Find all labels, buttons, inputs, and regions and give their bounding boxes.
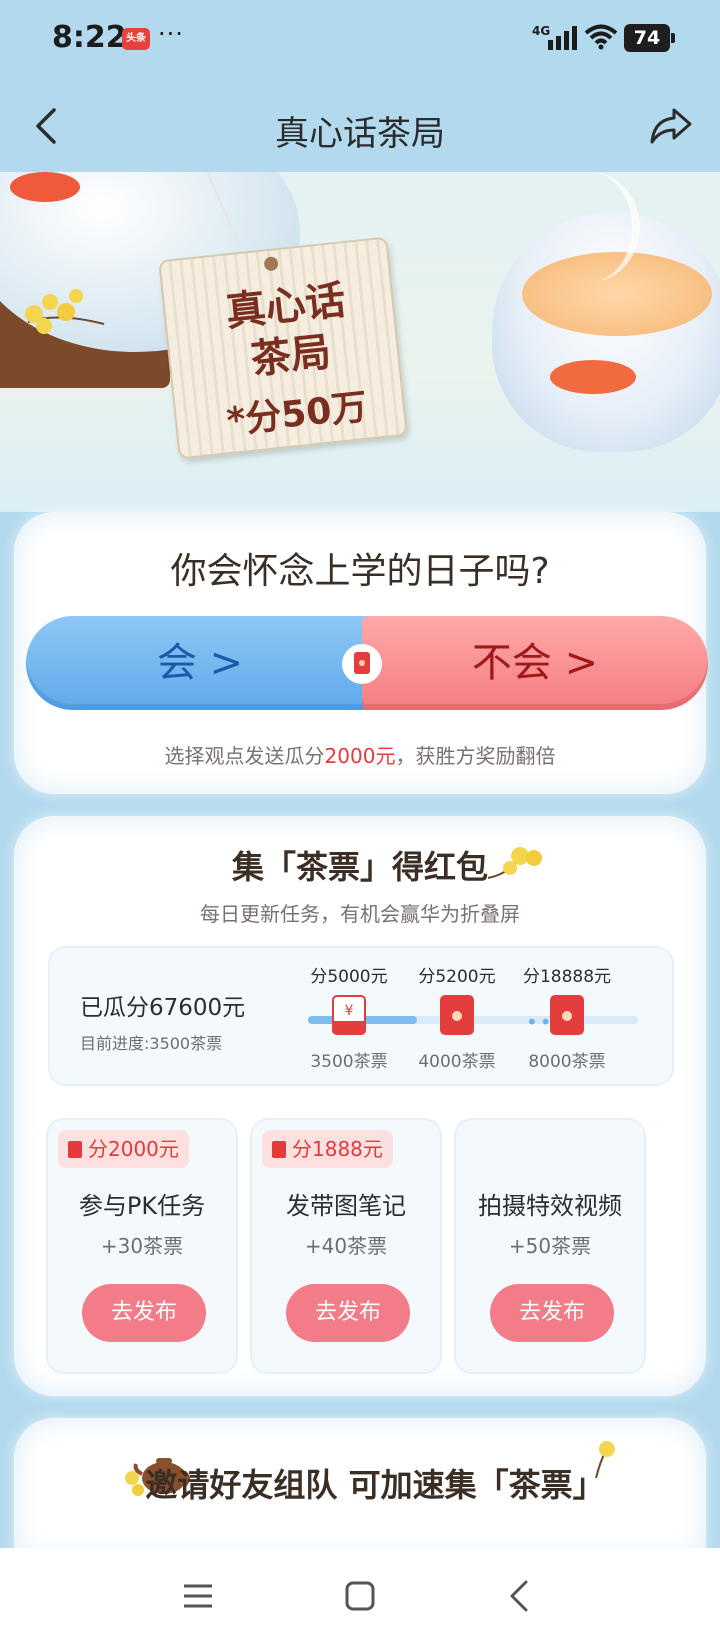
task-card-pk: 分2000元 参与PK任务 +30茶票 去发布 <box>46 1118 238 1374</box>
poll-card: 你会怀念上学的日子吗? 会 > 不会 > 选择观点发送瓜分2000元，获胜方奖励… <box>14 512 708 794</box>
milestone-3[interactable]: 分18888元 8000茶票 <box>512 948 622 1072</box>
more-notifications-icon: ··· <box>158 20 184 48</box>
poll-hint-prefix: 选择观点发送瓜分 <box>164 744 325 768</box>
tasks-title: 集「茶票」得红包 <box>231 848 488 886</box>
osmanthus-flower-icon <box>595 1441 615 1479</box>
tag-hole <box>263 256 279 272</box>
system-nav-bar <box>0 1548 720 1640</box>
menu-icon[interactable] <box>178 1576 218 1616</box>
tea-ticket-tasks-card: 集「茶票」得红包 每日更新任务，有机会赢华为折叠屏 已瓜分67600元 目前进度… <box>14 816 706 1396</box>
task-points: +30茶票 <box>100 1234 184 1258</box>
hero-banner: 真心话 茶局 *分50万 <box>0 172 720 512</box>
red-envelope-icon <box>332 995 366 1035</box>
poll-hint-amount: 2000元 <box>324 744 396 768</box>
milestone-1[interactable]: 分5000元 3500茶票 <box>294 948 404 1072</box>
tag-title: 真心话 茶局 <box>194 272 383 390</box>
status-bar: 8:22 头条 ··· 4G 74 <box>0 0 720 80</box>
battery-icon: 74 <box>624 24 675 52</box>
red-envelope-icon <box>440 995 474 1035</box>
poll-hint: 选择观点发送瓜分2000元，获胜方奖励翻倍 <box>14 740 706 769</box>
status-time: 8:22 <box>52 20 127 55</box>
reward-badge: 分1888元 <box>262 1130 393 1168</box>
page-header: 真心话茶局 <box>0 80 720 172</box>
poll-hint-suffix: ，获胜方奖励翻倍 <box>395 744 556 768</box>
task-card-effect-video: 拍摄特效视频 +50茶票 去发布 <box>454 1118 646 1374</box>
invite-team-card: 邀请好友组队 可加速集「茶票」 <box>14 1418 706 1558</box>
share-icon[interactable] <box>648 104 694 148</box>
milestone-tickets: 4000茶票 <box>418 1052 496 1072</box>
task-name: 发带图笔记 <box>286 1192 406 1220</box>
publish-button[interactable]: 去发布 <box>490 1284 614 1342</box>
home-square-icon[interactable] <box>340 1576 380 1616</box>
toutiao-notification-icon: 头条 <box>122 28 150 50</box>
task-name: 参与PK任务 <box>78 1192 206 1220</box>
reward-badge: 分2000元 <box>58 1130 189 1168</box>
current-progress: 目前进度:3500茶票 <box>80 1034 223 1053</box>
distributed-amount: 已瓜分67600元 <box>80 995 246 1021</box>
event-tag-sign: 真心话 茶局 *分50万 <box>158 236 408 460</box>
goldfish-icon <box>550 360 636 394</box>
wifi-icon <box>584 24 618 50</box>
tasks-subtitle: 每日更新任务，有机会赢华为折叠屏 <box>200 902 520 926</box>
milestone-tickets: 8000茶票 <box>528 1052 606 1072</box>
poll-question: 你会怀念上学的日子吗? <box>170 551 550 592</box>
ticket-progress-panel: 已瓜分67600元 目前进度:3500茶票 ••• 分5000元 3500茶票 … <box>48 946 674 1086</box>
milestone-2[interactable]: 分5200元 4000茶票 <box>402 948 512 1072</box>
back-triangle-icon[interactable] <box>500 1576 540 1616</box>
task-points: +50茶票 <box>508 1234 592 1258</box>
vote-yes-button[interactable]: 会 > <box>26 616 374 710</box>
signal-icon <box>548 26 577 50</box>
milestone-tickets: 3500茶票 <box>310 1052 388 1072</box>
milestone-reward: 分5000元 <box>310 967 388 987</box>
steam-icon <box>540 172 640 282</box>
task-card-image-note: 分1888元 发带图笔记 +40茶票 去发布 <box>250 1118 442 1374</box>
publish-button[interactable]: 去发布 <box>286 1284 410 1342</box>
vote-no-button[interactable]: 不会 > <box>362 616 708 710</box>
page-title: 真心话茶局 <box>275 114 445 154</box>
osmanthus-flower-icon <box>487 847 542 879</box>
milestone-reward: 分5200元 <box>418 967 496 987</box>
milestone-reward: 分18888元 <box>522 967 612 987</box>
red-envelope-icon <box>550 995 584 1035</box>
goldfish-icon <box>10 172 80 202</box>
publish-button[interactable]: 去发布 <box>82 1284 206 1342</box>
red-envelope-icon <box>354 652 370 674</box>
task-name: 拍摄特效视频 <box>478 1192 622 1220</box>
task-points: +40茶票 <box>304 1234 388 1258</box>
osmanthus-flower-icon <box>25 289 105 334</box>
